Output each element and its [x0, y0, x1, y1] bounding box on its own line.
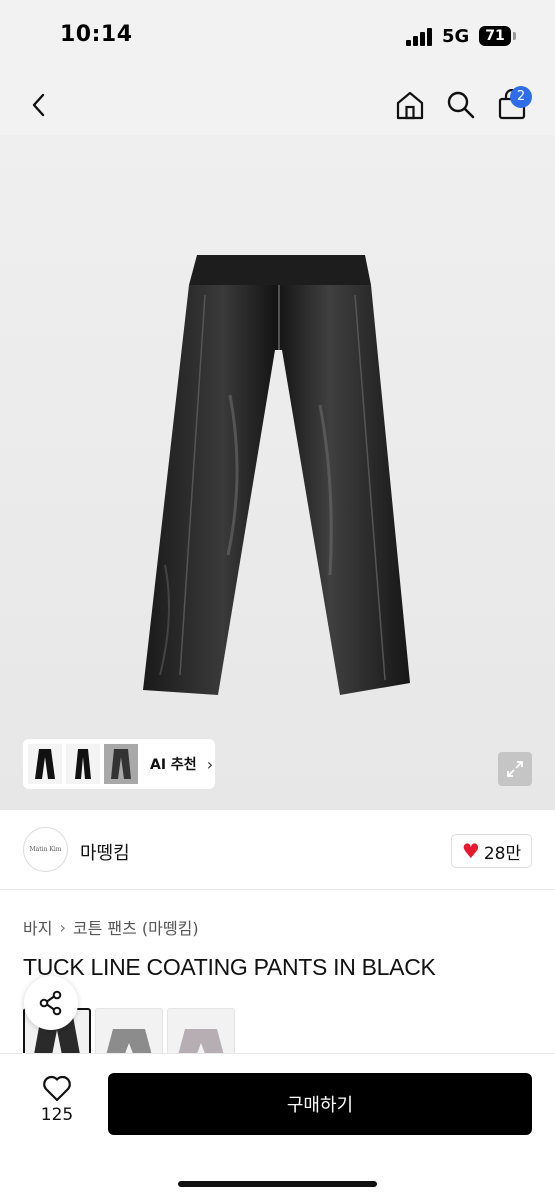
product-title: TUCK LINE COATING PANTS IN BLACK	[23, 954, 436, 980]
brand-row: Matin Kim 마뗑킴 ♥ 28만	[0, 810, 555, 890]
signal-icon	[406, 28, 434, 46]
status-bar: 10:14 5G 71	[0, 0, 555, 75]
network-label: 5G	[442, 26, 470, 47]
pants-image	[143, 255, 410, 695]
battery-icon: 71	[479, 26, 511, 46]
nav-bar: 2	[0, 75, 555, 135]
cart-count-badge: 2	[510, 86, 532, 108]
breadcrumb-subcategory[interactable]: 코튼 팬츠 (마뗑킴)	[73, 915, 199, 939]
chevron-right-icon: ›	[206, 754, 214, 774]
share-button[interactable]	[24, 976, 78, 1030]
ai-thumb[interactable]	[66, 744, 100, 784]
product-image[interactable]: AI 추천 ›	[0, 135, 555, 810]
buy-button[interactable]: 구매하기	[108, 1073, 532, 1135]
ai-recommend-label: AI 추천	[150, 757, 197, 773]
ai-thumb[interactable]	[28, 744, 62, 784]
chevron-left-icon	[32, 93, 45, 117]
expand-icon	[507, 761, 523, 777]
ai-thumb[interactable]	[104, 744, 138, 784]
home-icon	[396, 91, 424, 120]
brand-like-count: 28만	[483, 843, 522, 864]
search-icon	[447, 91, 475, 119]
wishlist-count: 125	[40, 1105, 74, 1125]
breadcrumb: 바지 › 코튼 팬츠 (마뗑킴)	[23, 915, 199, 939]
expand-button[interactable]	[498, 752, 532, 786]
bottom-action-bar: 125 구매하기	[0, 1053, 555, 1200]
home-indicator[interactable]	[178, 1181, 377, 1187]
search-button[interactable]	[441, 85, 481, 125]
heart-outline-icon	[43, 1075, 71, 1102]
battery-cap	[513, 32, 516, 40]
chevron-right-icon: ›	[59, 917, 66, 937]
heart-filled-icon: ♥	[461, 839, 480, 863]
ai-recommend-chip[interactable]: AI 추천 ›	[23, 739, 215, 789]
brand-logo[interactable]: Matin Kim	[23, 827, 68, 872]
wishlist-button[interactable]: 125	[30, 1074, 84, 1134]
status-time: 10:14	[60, 22, 133, 47]
home-button[interactable]	[390, 85, 430, 125]
breadcrumb-category[interactable]: 바지	[23, 915, 52, 939]
share-icon	[39, 990, 62, 1016]
brand-like-button[interactable]: ♥ 28만	[451, 834, 532, 868]
brand-name[interactable]: 마뗑킴	[80, 839, 130, 865]
back-button[interactable]	[20, 85, 60, 125]
